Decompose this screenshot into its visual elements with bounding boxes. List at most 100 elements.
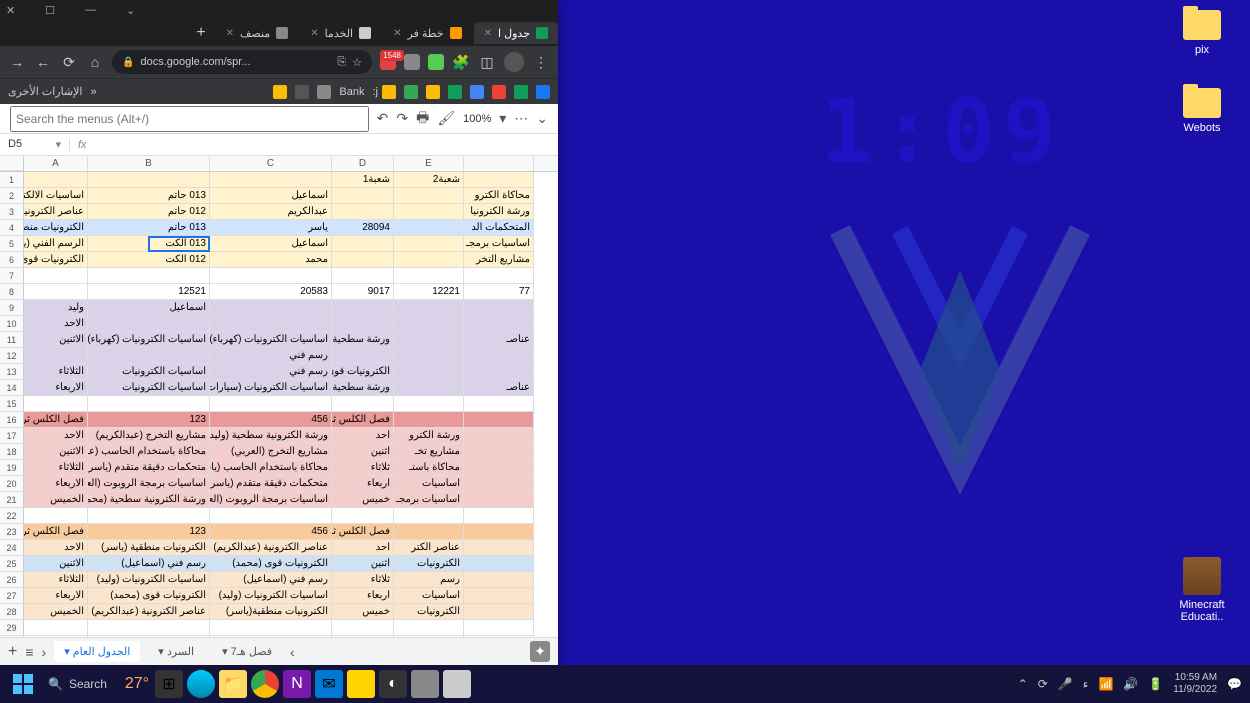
- cell[interactable]: 456: [210, 412, 332, 428]
- search-menus-input[interactable]: [10, 106, 369, 132]
- cell[interactable]: اساسيات برمجة الروبوت (العربي): [210, 492, 332, 508]
- cell[interactable]: عناصر الكترونية (عبدالكريم): [210, 540, 332, 556]
- more-button[interactable]: ⋯: [514, 110, 528, 127]
- star-icon[interactable]: ☆: [352, 56, 362, 69]
- explore-button[interactable]: ✦: [530, 641, 550, 662]
- cell[interactable]: [464, 556, 534, 572]
- battery-icon[interactable]: 🔋: [1148, 677, 1163, 691]
- extensions-button[interactable]: 🧩: [452, 54, 470, 71]
- close-icon[interactable]: ✕: [484, 28, 492, 39]
- cell[interactable]: الاربعاء: [24, 476, 88, 492]
- cell[interactable]: [394, 252, 464, 268]
- new-tab-button[interactable]: +: [188, 24, 213, 42]
- cell[interactable]: [464, 460, 534, 476]
- row-header[interactable]: 4: [0, 220, 24, 236]
- app-icon[interactable]: [411, 670, 439, 698]
- cell[interactable]: [464, 268, 534, 284]
- cell[interactable]: عناصر الكترونية: [24, 204, 88, 220]
- cell[interactable]: اساسيات الكترونيات: [88, 380, 210, 396]
- cell[interactable]: الاربعاء: [24, 380, 88, 396]
- paint-format-button[interactable]: 🖌: [437, 110, 455, 127]
- tab-nav-left[interactable]: ‹: [42, 644, 47, 660]
- notifications-icon[interactable]: 💬: [1227, 677, 1242, 691]
- cell[interactable]: مشاريع التخرج (العربي): [210, 444, 332, 460]
- cell-reference[interactable]: D5 ▾: [0, 138, 70, 151]
- row-header[interactable]: 26: [0, 572, 24, 588]
- tray-overflow[interactable]: ⌃: [1018, 677, 1028, 691]
- back-button[interactable]: →: [8, 54, 26, 70]
- cell[interactable]: [464, 540, 534, 556]
- forward-button[interactable]: ←: [34, 54, 52, 70]
- taskbar-search[interactable]: 🔍 Search: [38, 677, 117, 691]
- print-button[interactable]: 🖶: [416, 107, 429, 131]
- extension-icon[interactable]: [428, 54, 444, 70]
- cell[interactable]: [24, 396, 88, 412]
- row-header[interactable]: 18: [0, 444, 24, 460]
- menu-button[interactable]: ⋮: [532, 54, 550, 71]
- reload-button[interactable]: ⟳: [60, 54, 78, 71]
- cell[interactable]: اسماعيل: [210, 236, 332, 252]
- cell[interactable]: [464, 172, 534, 188]
- cell[interactable]: 456: [210, 524, 332, 540]
- row-header[interactable]: 6: [0, 252, 24, 268]
- cell[interactable]: 012 الكت: [88, 252, 210, 268]
- clock[interactable]: 10:59 AM 11/9/2022: [1173, 672, 1217, 696]
- bookmark[interactable]: [404, 85, 418, 99]
- cell[interactable]: ثلاثاء: [332, 572, 394, 588]
- cell[interactable]: الثلاثاء: [24, 364, 88, 380]
- cell[interactable]: 77: [464, 284, 534, 300]
- app-icon[interactable]: ◐: [379, 670, 407, 698]
- bookmark[interactable]: [470, 85, 484, 99]
- cell[interactable]: مشاريع التخر: [464, 252, 534, 268]
- cell[interactable]: الثلاثاء: [24, 460, 88, 476]
- cell[interactable]: الاربعاء: [24, 588, 88, 604]
- cell[interactable]: [210, 396, 332, 412]
- cell[interactable]: 013 حاتم: [88, 188, 210, 204]
- cell[interactable]: اساسيات الكترونيات (وليد): [210, 588, 332, 604]
- cell[interactable]: اساسيات برمجـ: [394, 492, 464, 508]
- cell[interactable]: احد: [332, 540, 394, 556]
- row-header[interactable]: 24: [0, 540, 24, 556]
- cell[interactable]: ورشة الكترو: [394, 428, 464, 444]
- cell[interactable]: اربعاء: [332, 476, 394, 492]
- task-view-icon[interactable]: ⊞: [155, 670, 183, 698]
- cell[interactable]: اساسيات برمجة الروبوت (العربي): [88, 476, 210, 492]
- undo-button[interactable]: ↶: [377, 110, 389, 127]
- bookmark[interactable]: [295, 85, 309, 99]
- cell[interactable]: 123: [88, 524, 210, 540]
- cell[interactable]: شعبة2: [394, 172, 464, 188]
- cell[interactable]: [24, 508, 88, 524]
- mail-icon[interactable]: ✉: [315, 670, 343, 698]
- row-header[interactable]: 20: [0, 476, 24, 492]
- redo-button[interactable]: ↷: [396, 110, 408, 127]
- cell[interactable]: عبدالكريم: [210, 204, 332, 220]
- column-header[interactable]: B: [88, 156, 210, 171]
- row-header[interactable]: 10: [0, 316, 24, 332]
- cell[interactable]: [394, 508, 464, 524]
- cell[interactable]: 20583: [210, 284, 332, 300]
- url-input[interactable]: 🔒 docs.google.com/spr... ⎘ ☆: [112, 50, 372, 74]
- cell[interactable]: [210, 636, 332, 637]
- weather-widget[interactable]: 27°: [123, 670, 151, 698]
- cell[interactable]: [464, 476, 534, 492]
- cell[interactable]: مشاريع تخـ: [394, 444, 464, 460]
- cell[interactable]: عناصر الكتر: [394, 540, 464, 556]
- cell[interactable]: [332, 508, 394, 524]
- row-header[interactable]: 23: [0, 524, 24, 540]
- row-header[interactable]: 2: [0, 188, 24, 204]
- bookmarks-chevron[interactable]: «: [91, 86, 97, 98]
- bookmark[interactable]: [514, 85, 528, 99]
- cell[interactable]: [394, 316, 464, 332]
- app-icon[interactable]: [347, 670, 375, 698]
- cell[interactable]: اربعاء: [332, 588, 394, 604]
- row-header[interactable]: 12: [0, 348, 24, 364]
- cell[interactable]: [332, 252, 394, 268]
- cell[interactable]: ورشة الكترونية سطحية (وليد): [210, 428, 332, 444]
- cell[interactable]: [394, 204, 464, 220]
- cell[interactable]: [88, 348, 210, 364]
- cell[interactable]: [210, 172, 332, 188]
- cell[interactable]: [332, 316, 394, 332]
- cell[interactable]: 013 حاتم: [88, 220, 210, 236]
- spreadsheet-grid[interactable]: ABCDE 1شعبة1شعبة22اساسيات الالكترونيات01…: [0, 156, 558, 637]
- column-header[interactable]: D: [332, 156, 394, 171]
